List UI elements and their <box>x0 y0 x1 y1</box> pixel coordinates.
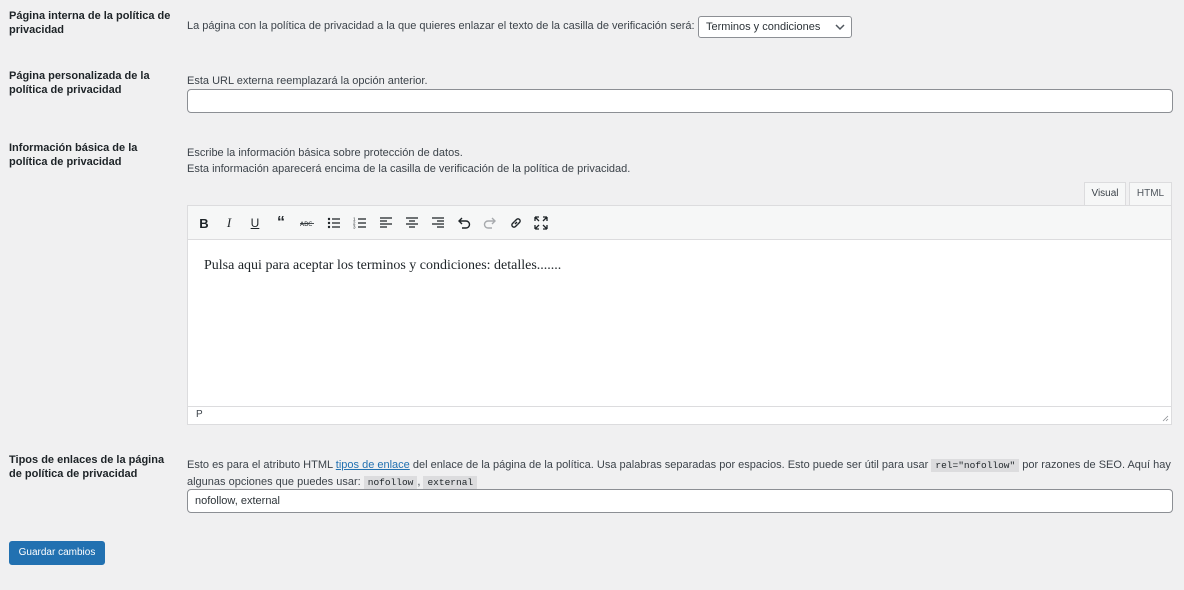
link-types-link[interactable]: tipos de enlace <box>336 459 410 471</box>
bold-icon[interactable]: B <box>194 213 214 233</box>
basic-info-description-2: Esta información aparecerá encima de la … <box>187 163 631 175</box>
link-icon[interactable] <box>506 213 526 233</box>
editor-statusbar: P <box>188 406 1171 424</box>
label-internal-page: Página interna de la política de privaci… <box>9 10 171 36</box>
tab-visual[interactable]: Visual <box>1084 182 1126 206</box>
align-right-icon[interactable] <box>428 213 448 233</box>
code-nofollow: nofollow <box>363 476 418 489</box>
rich-text-editor: B I U “ ABC 123 Pulsa aqui para aceptar … <box>187 205 1172 425</box>
blockquote-icon[interactable]: “ <box>271 213 291 233</box>
link-types-input[interactable]: nofollow, external <box>187 489 1173 513</box>
custom-page-description: Esta URL externa reemplazará la opción a… <box>187 75 428 87</box>
element-path[interactable]: P <box>196 409 203 420</box>
editor-content[interactable]: Pulsa aqui para aceptar los terminos y c… <box>204 258 561 274</box>
align-center-icon[interactable] <box>402 213 422 233</box>
label-link-types: Tipos de enlaces de la página de polític… <box>9 454 165 480</box>
select-value: Terminos y condiciones <box>706 21 821 33</box>
fullscreen-icon[interactable] <box>531 213 551 233</box>
numbered-list-icon[interactable]: 123 <box>350 213 370 233</box>
code-external: external <box>423 476 478 489</box>
chevron-down-icon <box>835 17 845 44</box>
code-rel-nofollow: rel="nofollow" <box>931 459 1020 472</box>
undo-icon[interactable] <box>454 213 474 233</box>
resize-handle-icon[interactable] <box>1161 414 1169 422</box>
link-types-description: Esto es para el atributo HTML tipos de e… <box>187 459 1171 489</box>
align-left-icon[interactable] <box>376 213 396 233</box>
strikethrough-icon[interactable]: ABC <box>297 213 317 233</box>
label-custom-page: Página personalizada de la política de p… <box>9 70 150 96</box>
editor-toolbar: B I U “ ABC 123 <box>188 206 1171 240</box>
tab-html[interactable]: HTML <box>1129 182 1172 206</box>
underline-icon[interactable]: U <box>245 213 265 233</box>
svg-text:3: 3 <box>353 225 356 230</box>
custom-url-input[interactable] <box>187 89 1173 113</box>
basic-info-description-1: Escribe la información básica sobre prot… <box>187 147 463 159</box>
redo-icon[interactable] <box>480 213 500 233</box>
privacy-page-select[interactable]: Terminos y condiciones <box>698 16 852 38</box>
bullet-list-icon[interactable] <box>324 213 344 233</box>
svg-text:ABC: ABC <box>300 221 312 228</box>
internal-page-description: La página con la política de privacidad … <box>187 20 695 32</box>
label-basic-info: Información básica de la política de pri… <box>9 142 138 168</box>
italic-icon[interactable]: I <box>219 213 239 233</box>
save-changes-button[interactable]: Guardar cambios <box>9 541 105 565</box>
